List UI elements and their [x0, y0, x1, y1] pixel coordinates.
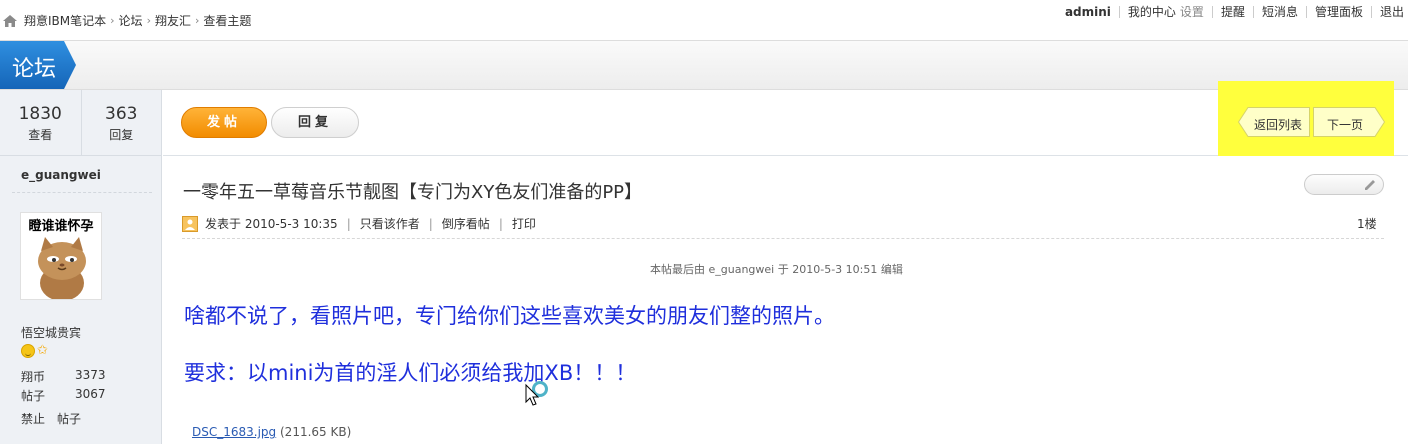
posts-value: 3067: [75, 387, 106, 401]
coins-value: 3373: [75, 368, 106, 382]
posts-action-link[interactable]: 帖子: [57, 410, 81, 427]
share-pill[interactable]: [1304, 174, 1384, 195]
meta-separator: |: [428, 216, 433, 231]
rank-icons: ✩: [21, 344, 48, 358]
post-author-icon: [182, 215, 198, 232]
author-actions: 禁止 帖子: [21, 410, 81, 427]
pen-icon: [1365, 180, 1375, 190]
settings-link[interactable]: 设置: [1178, 3, 1212, 20]
breadcrumb-board[interactable]: 翔友汇: [155, 12, 191, 29]
reverse-order-link[interactable]: 倒序看帖: [442, 215, 490, 232]
views-label: 查看: [28, 128, 53, 142]
post-time: 发表于 2010-5-3 10:35: [205, 217, 338, 231]
forum-tab[interactable]: 论坛: [0, 41, 76, 89]
floor-number[interactable]: 1楼: [1357, 215, 1377, 232]
edited-note: 本帖最后由 e_guangwei 于 2010-5-3 10:51 编辑: [650, 263, 903, 276]
replies-count: 363: [105, 104, 138, 124]
post-body-line-1: 啥都不说了，看照片吧，专门给你们这些喜欢美女的朋友们整的照片。: [184, 304, 835, 328]
breadcrumb-separator: ›: [194, 14, 200, 27]
views-stat: 1830 查看: [0, 90, 81, 155]
my-center-link[interactable]: 我的中心: [1118, 5, 1178, 18]
attachment: DSC_1683.jpg (211.65 KB): [192, 425, 351, 439]
post-meta: 发表于 2010-5-3 10:35 | 只看该作者 | 倒序看帖 | 打印: [182, 215, 536, 232]
ban-link[interactable]: 禁止: [21, 410, 45, 427]
breadcrumb-forum[interactable]: 论坛: [119, 12, 143, 29]
replies-stat: 363 回复: [80, 90, 162, 155]
user-bar: admini 我的中心 设置 提醒 短消息 管理面板 退出: [1057, 3, 1408, 20]
avatar-caption: 瞪谁谁怀孕: [28, 219, 94, 234]
forum-tab-label: 论坛: [12, 57, 57, 82]
post-divider: [182, 238, 1384, 239]
top-bar: 翔意IBM笔记本 › 论坛 › 翔友汇 › 查看主题 admini 我的中心 设…: [0, 0, 1408, 40]
thread-title: 一零年五一草莓音乐节靓图【专门为XY色友们准备的PP】: [183, 182, 643, 203]
attachment-link[interactable]: DSC_1683.jpg: [192, 425, 276, 439]
meta-separator: |: [498, 216, 503, 231]
new-post-button[interactable]: 发帖: [181, 107, 267, 138]
breadcrumb-separator: ›: [110, 14, 115, 27]
replies-label: 回复: [109, 128, 134, 142]
author-divider: [12, 192, 152, 193]
breadcrumb-site[interactable]: 翔意IBM笔记本: [24, 12, 106, 29]
avatar[interactable]: 瞪谁谁怀孕: [20, 212, 102, 300]
breadcrumb: 翔意IBM笔记本 › 论坛 › 翔友汇 › 查看主题: [2, 12, 251, 29]
author-sidebar: 1830 查看 363 回复 e_guangwei 瞪谁谁怀孕 悟空城贵宾 ✩ …: [0, 90, 162, 444]
next-page-label: 下一页: [1326, 118, 1363, 132]
back-to-list-button[interactable]: 返回列表: [1238, 107, 1310, 137]
user-rank: 悟空城贵宾: [21, 326, 82, 340]
remind-link[interactable]: 提醒: [1211, 5, 1253, 18]
messages-link[interactable]: 短消息: [1252, 5, 1306, 18]
home-icon[interactable]: [2, 14, 18, 28]
breadcrumb-separator: ›: [146, 14, 151, 27]
logout-link[interactable]: 退出: [1370, 5, 1408, 18]
print-link[interactable]: 打印: [512, 215, 536, 232]
breadcrumb-current: 查看主题: [203, 14, 252, 28]
meta-separator: |: [346, 216, 351, 231]
coins-row: 翔币 3373: [21, 368, 106, 385]
next-page-button[interactable]: 下一页: [1313, 107, 1385, 137]
views-count: 1830: [18, 104, 62, 124]
posts-row: 帖子 3067: [21, 387, 106, 404]
author-name[interactable]: e_guangwei: [21, 168, 101, 182]
mouse-cursor-icon: [525, 381, 548, 406]
attachment-size: (211.65 KB): [280, 425, 352, 439]
reply-button[interactable]: 回复: [271, 107, 359, 138]
only-author-link[interactable]: 只看该作者: [360, 215, 420, 232]
post-body-line-2: 要求：以mini为首的淫人们必须给我加XB！！！: [184, 361, 637, 385]
back-to-list-label: 返回列表: [1253, 118, 1302, 132]
admin-panel-link[interactable]: 管理面板: [1305, 5, 1371, 18]
forum-header: 论坛: [0, 40, 1408, 90]
username-link[interactable]: admini: [1057, 5, 1119, 19]
coins-label: 翔币: [21, 370, 46, 384]
posts-label: 帖子: [21, 389, 46, 403]
smiley-icon: [21, 344, 35, 358]
star-icon: ✩: [37, 343, 48, 358]
thread-stats: 1830 查看 363 回复: [0, 90, 161, 156]
